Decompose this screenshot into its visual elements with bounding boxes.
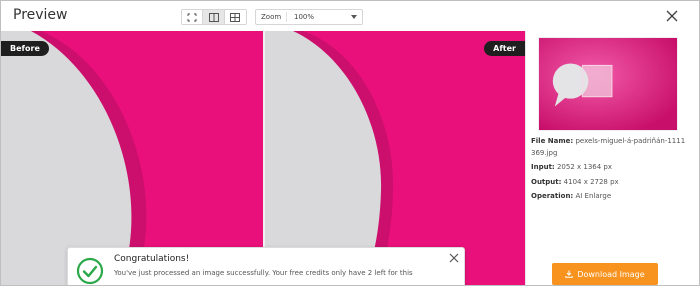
split-view-button[interactable] — [203, 10, 225, 24]
download-icon — [565, 270, 574, 278]
download-image-button[interactable]: Download Image — [552, 263, 658, 285]
fit-view-icon — [187, 13, 197, 21]
toast-message: You've just processed an image successfu… — [114, 269, 413, 277]
file-name-label: File Name: — [531, 137, 574, 145]
toast-close-icon[interactable] — [449, 253, 459, 263]
input-size-row: Input: 2052 x 1364 px — [531, 161, 689, 173]
toast-title: Congratulations! — [114, 254, 190, 264]
operation-row: Operation: AI Enlarge — [531, 190, 689, 202]
chevron-down-icon — [351, 15, 357, 19]
view-mode-group — [181, 9, 247, 25]
dialog-title: Preview — [13, 7, 68, 23]
thumbnail-image — [539, 38, 677, 130]
output-label: Output: — [531, 178, 562, 186]
input-value: 2052 x 1364 px — [556, 163, 613, 171]
preview-dialog: Preview Zoom 100% Before After File Name… — [0, 0, 700, 286]
zoom-divider — [286, 12, 287, 22]
zoom-label: Zoom — [261, 13, 282, 21]
compare-view-button[interactable] — [224, 10, 246, 24]
success-toast: Congratulations! You've just processed a… — [67, 247, 465, 285]
input-label: Input: — [531, 163, 555, 171]
after-badge: After — [484, 41, 525, 56]
before-badge: Before — [1, 41, 49, 56]
result-thumbnail — [538, 37, 678, 131]
operation-value: AI Enlarge — [575, 192, 612, 200]
output-size-row: Output: 4104 x 2728 px — [531, 176, 689, 188]
output-value: 4104 x 2728 px — [563, 178, 619, 186]
zoom-value: 100% — [294, 13, 315, 21]
details-sidebar: File Name: pexels-miguel-á-padriñán-1111… — [525, 31, 699, 285]
file-name-row: File Name: pexels-miguel-á-padriñán-1111… — [531, 135, 689, 159]
dialog-header: Preview Zoom 100% — [1, 1, 699, 31]
download-label: Download Image — [577, 269, 645, 279]
split-view-icon — [208, 12, 219, 22]
close-icon[interactable] — [665, 9, 679, 23]
compare-view-icon — [230, 12, 241, 22]
check-circle-icon — [76, 257, 104, 285]
operation-label: Operation: — [531, 192, 574, 200]
fit-view-button[interactable] — [182, 10, 204, 24]
zoom-select[interactable]: Zoom 100% — [255, 9, 363, 25]
